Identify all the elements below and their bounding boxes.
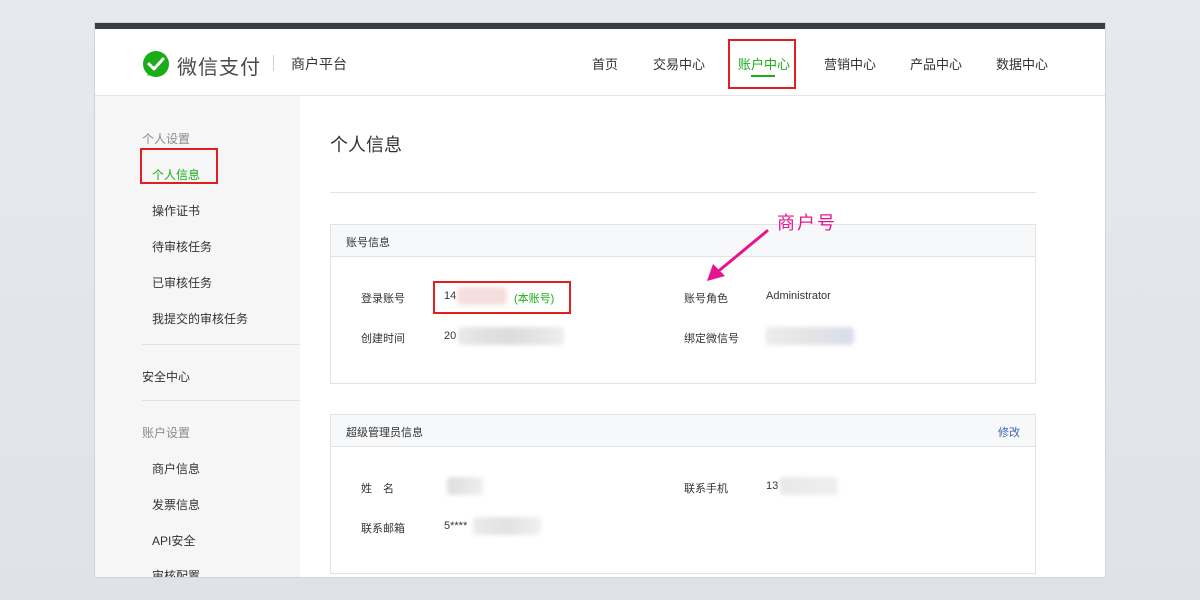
sidebar-divider (142, 400, 300, 401)
nav-trade-center[interactable]: 交易中心 (653, 54, 705, 73)
title-divider (330, 192, 1036, 193)
sidebar-item-invoice-info[interactable]: 发票信息 (152, 496, 200, 513)
account-role-label: 账号角色 (684, 293, 728, 305)
created-time-label: 创建时间 (361, 333, 405, 345)
nav-home[interactable]: 首页 (592, 54, 618, 73)
sidebar-item-pending-review[interactable]: 待审核任务 (152, 238, 212, 255)
nav-product-center[interactable]: 产品中心 (910, 54, 962, 73)
nav-marketing-center[interactable]: 营销中心 (824, 54, 876, 73)
nav-annotation-box (728, 39, 796, 89)
sidebar: 个人设置 个人信息 操作证书 待审核任务 已审核任务 我提交的审核任务 安全中心… (95, 96, 300, 577)
admin-phone-value: 13 (766, 480, 779, 492)
nav-data-center[interactable]: 数据中心 (996, 54, 1048, 73)
account-info-panel: 账号信息 登录账号 14 (本账号) 创建时间 20 账号角色 Administ… (330, 224, 1036, 384)
main-content: 个人信息 账号信息 登录账号 14 (本账号) 创建时间 20 账号角色 Adm… (300, 96, 1105, 577)
redacted-admin-email (473, 517, 541, 535)
sidebar-item-reviewed[interactable]: 已审核任务 (152, 274, 212, 291)
redacted-admin-name (447, 477, 483, 495)
sidebar-annotation-box (140, 148, 218, 184)
sidebar-item-my-submitted[interactable]: 我提交的审核任务 (152, 310, 248, 327)
redacted-admin-phone (780, 477, 838, 495)
merchant-id-annotation-box (433, 281, 571, 314)
header: 微信支付 商户平台 首页 交易中心 账户中心 营销中心 产品中心 数据中心 (95, 29, 1105, 96)
page-title: 个人信息 (330, 135, 402, 155)
admin-name-label: 姓 名 (361, 483, 394, 495)
sidebar-group-personal: 个人设置 (142, 132, 191, 146)
redacted-created-time (458, 327, 564, 345)
account-role-value: Administrator (766, 290, 831, 302)
top-nav: 首页 交易中心 账户中心 营销中心 产品中心 数据中心 (95, 29, 1105, 95)
panel-title: 超级管理员信息 (346, 427, 423, 439)
panel-header: 账号信息 (331, 225, 1035, 257)
panel-title: 账号信息 (346, 237, 390, 249)
login-account-label: 登录账号 (361, 293, 405, 305)
sidebar-item-review-config[interactable]: 审核配置 (152, 567, 200, 577)
annotation-arrow-icon (707, 229, 769, 281)
admin-email-label: 联系邮箱 (361, 523, 405, 535)
sidebar-item-security-center[interactable]: 安全中心 (142, 368, 190, 385)
sidebar-item-merchant-info[interactable]: 商户信息 (152, 460, 200, 477)
sidebar-item-certificate[interactable]: 操作证书 (152, 202, 200, 219)
edit-admin-button[interactable]: 修改 (998, 424, 1020, 440)
sidebar-divider (142, 344, 300, 345)
browser-window: 微信支付 商户平台 首页 交易中心 账户中心 营销中心 产品中心 数据中心 个人… (95, 23, 1105, 577)
admin-email-value: 5**** (444, 520, 468, 532)
super-admin-panel: 超级管理员信息 修改 姓 名 联系邮箱 5**** 联系手机 13 (330, 414, 1036, 574)
admin-phone-label: 联系手机 (684, 483, 728, 495)
redacted-wechat-id (766, 327, 854, 345)
sidebar-item-api-security[interactable]: API安全 (152, 532, 195, 549)
created-time-value: 20 (444, 330, 457, 342)
merchant-id-annotation: 商户号 (777, 213, 837, 233)
bound-wechat-label: 绑定微信号 (684, 333, 739, 345)
sidebar-group-account: 账户设置 (142, 426, 191, 440)
panel-header: 超级管理员信息 修改 (331, 415, 1035, 447)
